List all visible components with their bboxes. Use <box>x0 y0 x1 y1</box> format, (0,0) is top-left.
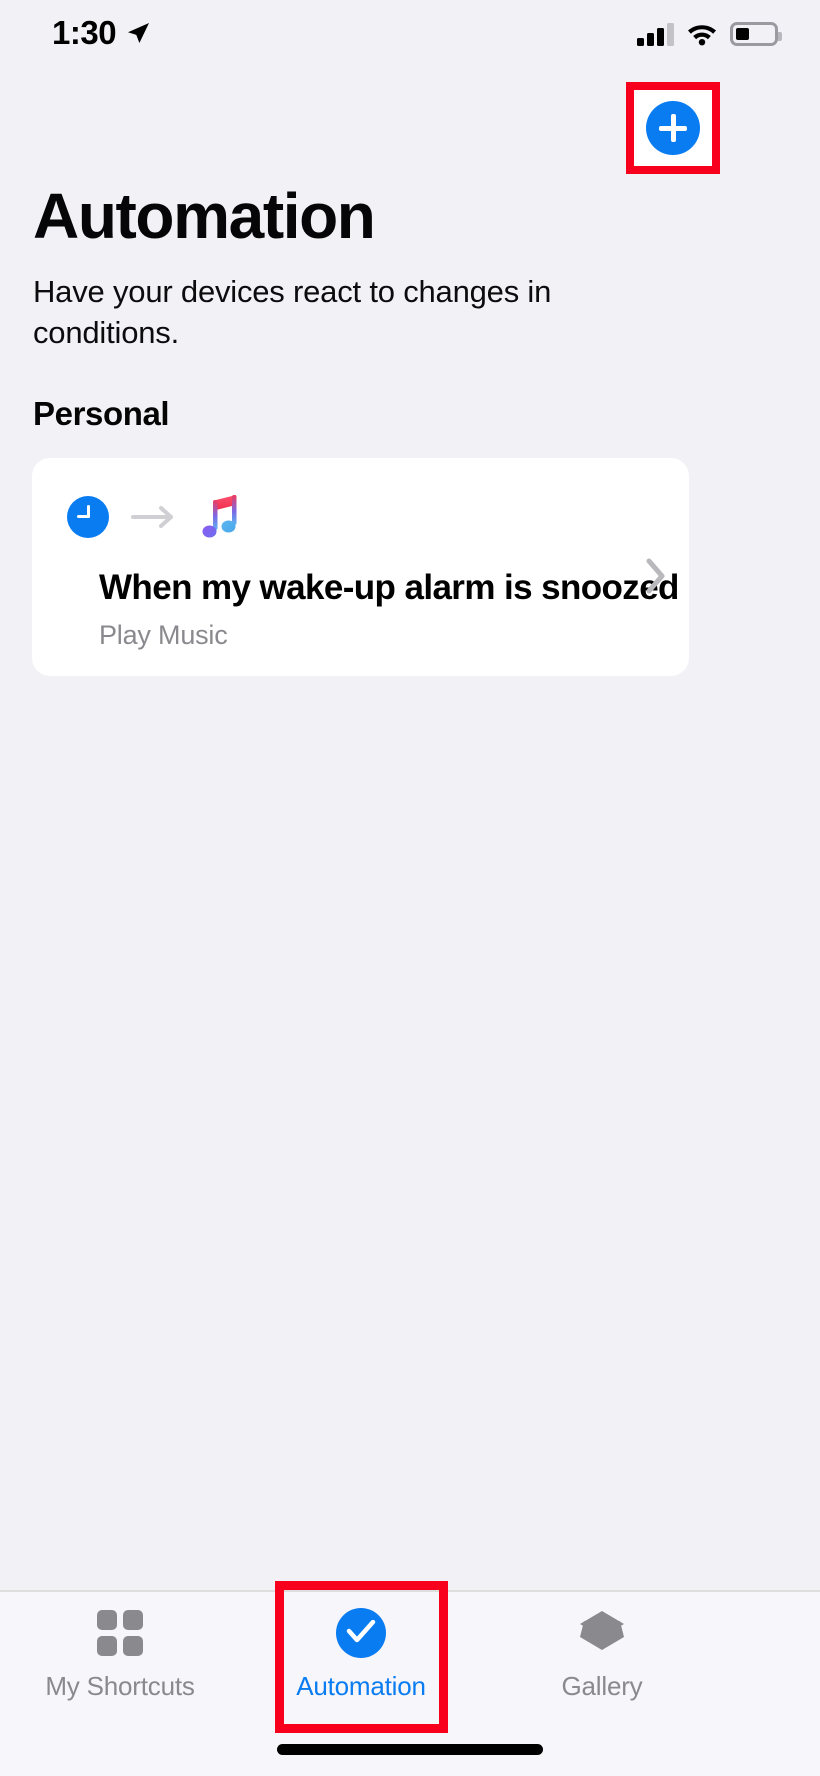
tab-my-shortcuts-label: My Shortcuts <box>45 1671 194 1702</box>
status-time: 1:30 <box>52 14 116 52</box>
page-subtitle: Have your devices react to changes in co… <box>33 272 633 354</box>
phone-screen: 1:30 Automation Have your devices react … <box>0 0 820 1776</box>
tab-my-shortcuts[interactable]: My Shortcuts <box>0 1608 240 1702</box>
music-note-icon <box>199 493 243 541</box>
automation-card[interactable]: When my wake-up alarm is snoozed Play Mu… <box>32 458 689 676</box>
chevron-right-icon[interactable] <box>645 557 667 595</box>
clock-icon <box>67 496 109 538</box>
automation-card-subtitle: Play Music <box>99 620 228 651</box>
tab-bar: My Shortcuts Automation Gallery <box>0 1590 820 1776</box>
cellular-signal-icon <box>637 23 674 46</box>
grid-squares-icon <box>97 1608 143 1658</box>
status-bar: 1:30 <box>0 0 820 78</box>
section-header-personal: Personal <box>33 395 169 433</box>
card-icon-row <box>67 493 243 541</box>
location-arrow-icon <box>125 20 151 46</box>
arrow-right-icon <box>131 504 177 530</box>
page-title: Automation <box>33 184 375 248</box>
tab-automation-label: Automation <box>296 1671 426 1702</box>
automation-check-circle-icon <box>336 1608 386 1658</box>
tab-automation[interactable]: Automation <box>241 1608 481 1702</box>
status-time-group: 1:30 <box>52 14 151 52</box>
wifi-icon <box>686 22 718 46</box>
tab-gallery-label: Gallery <box>562 1671 643 1702</box>
home-indicator <box>277 1744 543 1755</box>
tab-gallery[interactable]: Gallery <box>482 1608 722 1702</box>
add-automation-button[interactable] <box>646 101 700 155</box>
layers-stack-icon <box>576 1608 628 1658</box>
status-indicators <box>637 22 778 46</box>
automation-card-title: When my wake-up alarm is snoozed <box>99 568 679 608</box>
battery-icon <box>730 22 778 46</box>
